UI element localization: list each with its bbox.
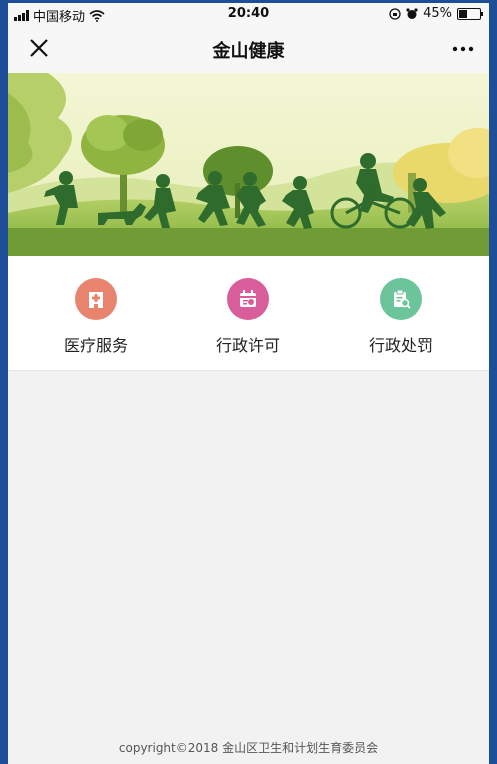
menu-item-administrative-penalty[interactable]: 行政处罚 — [336, 278, 466, 356]
clipboard-search-icon — [380, 278, 422, 320]
orientation-lock-icon — [389, 7, 401, 20]
menu-label-medical-service: 医疗服务 — [63, 336, 128, 355]
banner-illustration — [8, 73, 489, 256]
navigation-bar: 金山健康 — [8, 25, 489, 73]
menu-item-medical-service[interactable]: 医疗服务 — [31, 278, 161, 356]
menu-item-administrative-license[interactable]: 行政许可 — [183, 278, 313, 356]
calendar-license-icon — [227, 278, 269, 320]
battery-icon — [457, 7, 483, 20]
copyright-text: copyright©2018 金山区卫生和计划生育委员会 — [118, 741, 379, 755]
status-right: 45% — [389, 6, 483, 21]
status-bar: 中国移动 20:40 45% — [8, 3, 489, 25]
page-title: 金山健康 — [212, 41, 285, 62]
menu-label-administrative-penalty: 行政处罚 — [368, 336, 433, 355]
banner-image — [8, 73, 489, 256]
alarm-icon — [406, 7, 418, 19]
service-menu: 医疗服务 行政许可 行政处罚 — [8, 256, 489, 371]
more-icon[interactable] — [451, 37, 475, 61]
hospital-icon — [75, 278, 117, 320]
menu-label-administrative-license: 行政许可 — [215, 336, 280, 355]
battery-percent: 45% — [423, 6, 452, 21]
